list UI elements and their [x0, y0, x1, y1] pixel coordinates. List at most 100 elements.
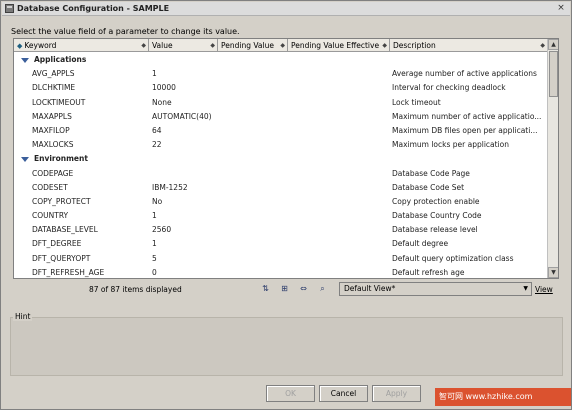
keyword-cell: COPY_PROTECT — [32, 196, 91, 206]
value-cell[interactable]: 0 — [152, 266, 224, 278]
keyword-cell: MAXFILOP — [32, 125, 70, 135]
window-icon — [5, 4, 14, 13]
description-cell: Default query optimization class — [392, 253, 514, 263]
column-header-value[interactable]: Value ◆ — [149, 39, 218, 52]
table-row[interactable]: DFT_DEGREE 1 Default degree — [14, 237, 548, 251]
items-count: 87 of 87 items displayed — [89, 285, 182, 294]
expand-triangle-icon[interactable] — [21, 157, 29, 163]
scroll-thumb[interactable] — [549, 51, 558, 97]
watermark-logo: 智可网 www.hzhike.com — [435, 388, 571, 406]
vertical-scrollbar[interactable]: ▲ ▼ — [547, 39, 558, 278]
filter-icon[interactable]: ⊞ — [278, 283, 291, 295]
table-row[interactable]: COUNTRY 1 Database Country Code — [14, 209, 548, 223]
keyword-cell: DLCHKTIME — [32, 83, 76, 93]
value-cell[interactable]: 2560 — [152, 223, 224, 237]
parameter-table: ◆ Keyword ◆ Value ◆ Pending Value ◆ Pending … — [13, 38, 559, 279]
keyword-cell: DFT_REFRESH_AGE — [32, 267, 105, 277]
description-cell: Interval for checking deadlock — [392, 83, 506, 93]
group-row[interactable]: Applications — [14, 53, 548, 67]
group-row[interactable]: Environment — [14, 152, 548, 166]
table-row[interactable]: DLCHKTIME 10000 Interval for checking dead… — [14, 81, 548, 95]
description-cell: Maximum locks per application — [392, 140, 509, 150]
keyword-cell: DFT_QUERYOPT — [32, 253, 91, 263]
sort-icon: ◆ — [210, 42, 215, 49]
description-cell: Default degree — [392, 239, 449, 249]
instruction-text: Select the value field of a parameter to… — [11, 27, 240, 36]
expand-triangle-icon[interactable] — [21, 58, 29, 63]
table-row[interactable]: MAXFILOP 64 Maximum DB files open per appl… — [14, 124, 548, 138]
database-configuration-dialog: Database Configuration - SAMPLE × Select… — [0, 0, 572, 410]
hint-panel — [10, 317, 563, 376]
column-header-keyword[interactable]: ◆ Keyword ◆ — [14, 39, 149, 52]
column-header-pending-value-effective[interactable]: Pending Value Effective ◆ — [288, 39, 390, 52]
keyword-cell: LOCKTIMEOUT — [32, 97, 86, 107]
value-cell[interactable]: 10000 — [152, 81, 224, 95]
find-icon[interactable]: ⌕ — [316, 283, 329, 295]
columns-icon[interactable]: ⇔ — [297, 283, 310, 295]
table-row[interactable]: LOCKTIMEOUT None Lock timeout — [14, 96, 548, 110]
column-header-pending-value[interactable]: Pending Value ◆ — [218, 39, 288, 52]
sort-icon: ◆ — [382, 42, 387, 49]
view-menu-button[interactable]: View — [535, 285, 553, 294]
keyword-cell: CODEPAGE — [32, 168, 74, 178]
keyword-cell: COUNTRY — [32, 211, 69, 221]
value-cell[interactable]: 22 — [152, 138, 224, 152]
description-cell: Database release level — [392, 225, 478, 235]
table-row[interactable]: DFT_QUERYOPT 5 Default query optimization … — [14, 252, 548, 266]
column-menu-icon[interactable]: ◆ — [17, 42, 22, 50]
sort-icon: ◆ — [280, 42, 285, 49]
ok-button[interactable]: OK — [266, 385, 315, 402]
description-cell: Copy protection enable — [392, 196, 480, 206]
sort-icon: ◆ — [141, 42, 146, 49]
view-dropdown[interactable]: Default View* ▼ — [339, 282, 532, 296]
description-cell: Maximum number of active applicatio... — [392, 111, 542, 121]
scroll-down-button[interactable]: ▼ — [548, 267, 558, 278]
keyword-cell: AVG_APPLS — [32, 69, 75, 79]
table-row[interactable]: AVG_APPLS 1 Average number of active appli… — [14, 67, 548, 81]
table-header: ◆ Keyword ◆ Value ◆ Pending Value ◆ Pending … — [14, 39, 548, 52]
value-cell[interactable]: 5 — [152, 252, 224, 266]
group-label: Environment — [34, 154, 88, 164]
value-cell[interactable]: None — [152, 96, 224, 110]
description-cell: Lock timeout — [392, 97, 441, 107]
keyword-cell: DATABASE_LEVEL — [32, 225, 98, 235]
value-cell[interactable]: 1 — [152, 67, 224, 81]
table-row[interactable]: MAXAPPLS AUTOMATIC(40) Maximum number of a… — [14, 110, 548, 124]
table-row[interactable]: DFT_REFRESH_AGE 0 Default refresh age — [14, 266, 548, 278]
description-cell: Default refresh age — [392, 267, 465, 277]
table-status-bar: 87 of 87 items displayed ⇅ ⊞ ⇔ ⌕ Default… — [13, 280, 559, 298]
value-cell[interactable]: AUTOMATIC(40) — [152, 110, 224, 124]
description-cell: Average number of active applications — [392, 69, 537, 79]
value-cell[interactable]: 64 — [152, 124, 224, 138]
value-cell[interactable]: 1 — [152, 237, 224, 251]
description-cell: Database Country Code — [392, 211, 482, 221]
keyword-cell: CODESET — [32, 182, 68, 192]
apply-button[interactable]: Apply — [372, 385, 421, 402]
value-cell[interactable]: 1 — [152, 209, 224, 223]
scroll-up-button[interactable]: ▲ — [548, 39, 558, 50]
table-row[interactable]: COPY_PROTECT No Copy protection enable — [14, 195, 548, 209]
cancel-button[interactable]: Cancel — [319, 385, 368, 402]
value-cell[interactable]: IBM-1252 — [152, 181, 224, 195]
hint-label: Hint — [13, 312, 33, 321]
column-header-description[interactable]: Description ◆ — [390, 39, 548, 52]
view-dropdown-value: Default View* — [344, 284, 396, 293]
value-cell[interactable]: No — [152, 195, 224, 209]
title-bar: Database Configuration - SAMPLE × — [2, 2, 570, 16]
table-row[interactable]: CODESET IBM-1252 Database Code Set — [14, 181, 548, 195]
window-title: Database Configuration - SAMPLE — [17, 4, 170, 13]
table-body: Applications AVG_APPLS 1 Average number of … — [14, 53, 548, 278]
keyword-cell: MAXLOCKS — [32, 140, 74, 150]
table-row[interactable]: MAXLOCKS 22 Maximum locks per application — [14, 138, 548, 152]
dropdown-arrow-icon: ▼ — [523, 285, 528, 292]
table-row[interactable]: CODEPAGE Database Code Page — [14, 167, 548, 181]
group-label: Applications — [34, 55, 87, 64]
keyword-cell: MAXAPPLS — [32, 111, 72, 121]
keyword-cell: DFT_DEGREE — [32, 239, 82, 249]
description-cell: Maximum DB files open per applicati... — [392, 125, 538, 135]
sort-icon[interactable]: ⇅ — [259, 283, 272, 295]
table-row[interactable]: DATABASE_LEVEL 2560 Database release level — [14, 223, 548, 237]
description-cell: Database Code Set — [392, 182, 465, 192]
sort-icon: ◆ — [540, 42, 545, 49]
close-button[interactable]: × — [555, 3, 567, 14]
